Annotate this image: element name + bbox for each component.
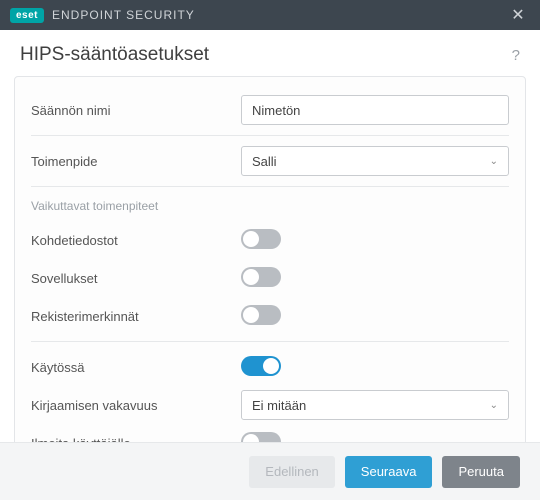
cancel-button[interactable]: Peruuta — [442, 456, 520, 488]
row-target-files: Kohdetiedostot — [31, 221, 509, 259]
target-files-label: Kohdetiedostot — [31, 233, 241, 248]
target-files-toggle[interactable] — [241, 229, 281, 249]
row-registry: Rekisterimerkinnät — [31, 297, 509, 335]
registry-toggle[interactable] — [241, 305, 281, 325]
next-button[interactable]: Seuraava — [345, 456, 433, 488]
enabled-label: Käytössä — [31, 360, 241, 375]
header: HIPS-sääntöasetukset ? — [0, 30, 540, 76]
footer: Edellinen Seuraava Peruuta — [0, 442, 540, 500]
action-select-value: Salli — [252, 154, 277, 169]
row-enabled: Käytössä — [31, 348, 509, 386]
page-title: HIPS-sääntöasetukset — [20, 44, 512, 66]
settings-panel: Säännön nimi Toimenpide Salli ⌄ Vaikutta… — [14, 76, 526, 471]
divider — [31, 186, 509, 187]
applications-toggle[interactable] — [241, 267, 281, 287]
chevron-down-icon: ⌄ — [490, 156, 498, 167]
previous-button: Edellinen — [249, 456, 335, 488]
log-severity-label: Kirjaamisen vakavuus — [31, 398, 241, 413]
enabled-toggle[interactable] — [241, 356, 281, 376]
log-severity-value: Ei mitään — [252, 398, 306, 413]
row-applications: Sovellukset — [31, 259, 509, 297]
brand-name: ENDPOINT SECURITY — [52, 8, 195, 22]
registry-label: Rekisterimerkinnät — [31, 309, 241, 324]
chevron-down-icon: ⌄ — [490, 400, 498, 411]
action-select[interactable]: Salli ⌄ — [241, 146, 509, 176]
action-label: Toimenpide — [31, 154, 241, 169]
rule-name-input[interactable] — [241, 95, 509, 125]
log-severity-select[interactable]: Ei mitään ⌄ — [241, 390, 509, 420]
titlebar: eset ENDPOINT SECURITY ✕ — [0, 0, 540, 30]
section-title-affecting: Vaikuttavat toimenpiteet — [31, 199, 509, 213]
close-icon[interactable]: ✕ — [506, 5, 530, 25]
row-log-severity: Kirjaamisen vakavuus Ei mitään ⌄ — [31, 386, 509, 424]
divider — [31, 135, 509, 136]
row-rule-name: Säännön nimi — [31, 91, 509, 129]
row-action: Toimenpide Salli ⌄ — [31, 142, 509, 180]
help-icon[interactable]: ? — [512, 47, 520, 64]
applications-label: Sovellukset — [31, 271, 241, 286]
rule-name-label: Säännön nimi — [31, 103, 241, 118]
divider — [31, 341, 509, 342]
brand-badge: eset — [10, 8, 44, 23]
